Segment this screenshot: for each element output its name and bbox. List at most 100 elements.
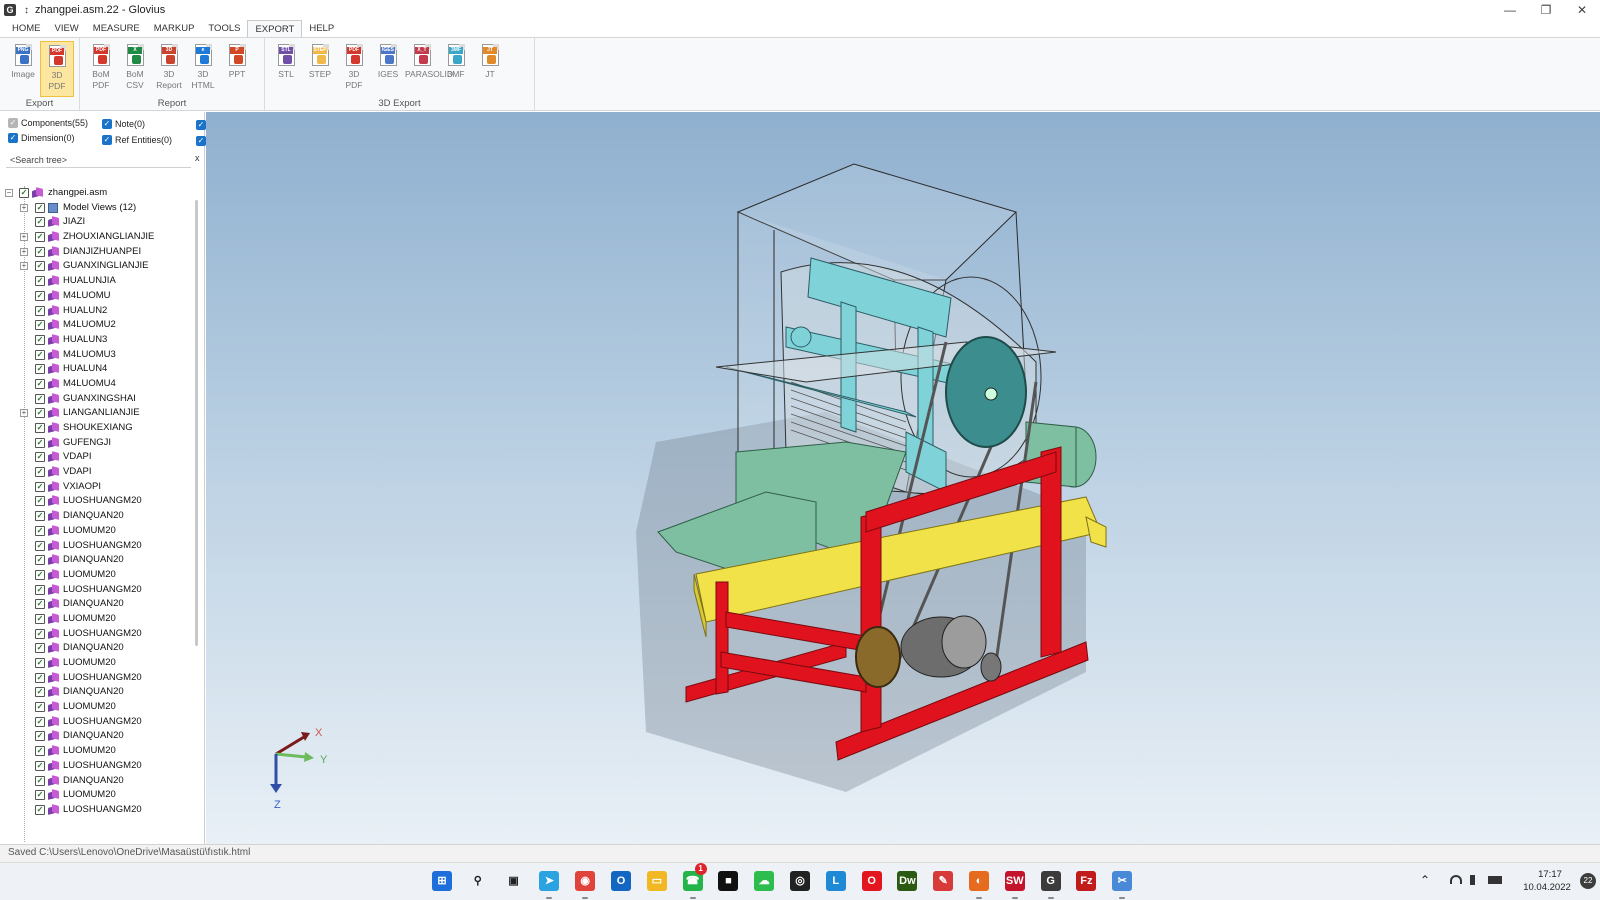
tree-item[interactable]: ✓ VDAPI [0,465,196,480]
ref-extra-checkbox[interactable]: ✓ [196,136,206,146]
visibility-checkbox[interactable]: ✓ [35,320,45,331]
visibility-checkbox[interactable]: ✓ [35,599,45,610]
assembly-model-render[interactable]: X Y Z [206,112,1600,844]
tab-home[interactable]: HOME [5,20,48,37]
tree-item[interactable]: ✓ GUFENGJI [0,436,196,451]
chrome-icon[interactable]: ◉ [575,871,596,891]
quick-access-pin-icon[interactable]: ↕ [24,5,29,16]
visibility-checkbox[interactable]: ✓ [35,232,45,243]
expand-toggle[interactable]: + [20,262,28,271]
tree-item[interactable]: ✓ LUOSHUANGM20 [0,759,196,774]
tray-overflow-icon[interactable]: ⌃ [1420,873,1430,887]
jt-button[interactable]: JT JT [473,41,507,97]
wifi-icon[interactable] [1450,875,1462,884]
tree-item[interactable]: ✓ LUOSHUANGM20 [0,494,196,509]
maximize-button[interactable]: ❐ [1528,0,1564,20]
expand-toggle[interactable]: + [20,247,28,256]
tab-export[interactable]: EXPORT [247,20,303,38]
tree-item[interactable]: ✓ GUANXINGSHAI [0,392,196,407]
tree-item[interactable]: ✓ LUOSHUANGM20 [0,803,196,818]
visibility-checkbox[interactable]: ✓ [35,496,45,507]
clock-date[interactable]: 10.04.2022 [1515,882,1579,893]
visibility-checkbox[interactable]: ✓ [35,217,45,228]
3d-viewport[interactable]: X Y Z [206,112,1600,844]
tree-item[interactable]: ✓ LUOMUM20 [0,656,196,671]
tree-item[interactable]: + ✓ LIANGANLIANJIE [0,406,196,421]
tree-item[interactable]: ✓ LUOMUM20 [0,744,196,759]
visibility-checkbox[interactable]: ✓ [19,188,29,198]
tree-item[interactable]: ✓ LUOMUM20 [0,568,196,583]
paint-app-icon[interactable]: ✎ [933,871,954,891]
step-button[interactable]: STEP STEP [303,41,337,97]
tree-search-input[interactable]: <Search tree> [6,152,191,168]
stl-button[interactable]: STL STL [269,41,303,97]
expand-toggle[interactable]: − [5,189,13,197]
tree-model-views[interactable]: + ✓ Model Views (12) [0,201,196,216]
tree-item[interactable]: ✓ DIANQUAN20 [0,774,196,789]
visibility-checkbox[interactable]: ✓ [35,437,45,448]
bom-csv-button[interactable]: X BoM CSV [118,41,152,97]
expand-toggle[interactable]: + [20,203,28,212]
tree-item[interactable]: ✓ M4LUOMU [0,289,196,304]
visibility-checkbox[interactable]: ✓ [35,246,45,257]
outlook-icon[interactable]: O [611,871,631,891]
visibility-checkbox[interactable]: ✓ [35,511,45,522]
visibility-checkbox[interactable]: ✓ [35,613,45,624]
tree-item[interactable]: ✓ VXIAOPI [0,480,196,495]
tree-item[interactable]: ✓ SHOUKEXIANG [0,421,196,436]
visibility-checkbox[interactable]: ✓ [35,540,45,551]
minimize-button[interactable]: — [1492,0,1528,20]
tree-item[interactable]: ✓ LUOMUM20 [0,700,196,715]
visibility-checkbox[interactable]: ✓ [35,290,45,301]
3d-report-button[interactable]: 3D 3D Report [152,41,186,97]
visibility-checkbox[interactable]: ✓ [35,276,45,287]
visibility-checkbox[interactable]: ✓ [35,569,45,580]
telegram-icon[interactable]: ➤ [539,871,560,891]
tree-item[interactable]: ✓ HUALUN4 [0,362,196,377]
filezilla-icon[interactable]: Fz [1076,871,1097,891]
note-filter[interactable]: ✓ Note(0) [102,119,145,129]
tree-item[interactable]: ✓ LUOMUM20 [0,612,196,627]
3d-html-button[interactable]: e 3D HTML [186,41,220,97]
visibility-checkbox[interactable]: ✓ [35,364,45,375]
tree-item[interactable]: ✓ DIANQUAN20 [0,729,196,744]
task-view-icon[interactable]: ▣ [504,871,524,891]
tree-item[interactable]: ✓ DIANQUAN20 [0,641,196,656]
tree-scrollbar[interactable] [195,200,198,646]
tree-item[interactable]: ✓ LUOSHUANGM20 [0,627,196,642]
tree-item[interactable]: ✓ DIANQUAN20 [0,553,196,568]
visibility-checkbox[interactable]: ✓ [35,790,45,801]
visibility-checkbox[interactable]: ✓ [35,305,45,316]
firefox-icon[interactable]: ◐ [969,871,989,891]
tree-item[interactable]: ✓ M4LUOMU4 [0,377,196,392]
checkbox-icon[interactable]: ✓ [102,119,112,129]
tree-item[interactable]: ✓ M4LUOMU2 [0,318,196,333]
visibility-checkbox[interactable]: ✓ [35,555,45,566]
battery-icon[interactable] [1488,876,1502,884]
visibility-checkbox[interactable]: ✓ [35,687,45,698]
tree-item[interactable]: ✓ HUALUN2 [0,304,196,319]
tree-item[interactable]: ✓ LUOSHUANGM20 [0,539,196,554]
note-extra-checkbox[interactable]: ✓ [196,120,206,130]
tree-item[interactable]: ✓ LUOSHUANGM20 [0,671,196,686]
dreamweaver-icon[interactable]: Dw [897,871,918,891]
wechat-icon[interactable]: ☁ [754,871,775,891]
checkbox-icon[interactable]: ✓ [102,135,112,145]
visibility-checkbox[interactable]: ✓ [35,334,45,345]
visibility-checkbox[interactable]: ✓ [35,408,45,419]
file-explorer-icon[interactable]: ▭ [646,871,667,891]
tree-item[interactable]: ✓ LUOMUM20 [0,524,196,539]
image-export-button[interactable]: PNG Image [6,41,40,97]
3d-pdf-button[interactable]: PDF 3D PDF [40,41,74,97]
visibility-checkbox[interactable]: ✓ [35,658,45,668]
visibility-checkbox[interactable]: ✓ [35,481,45,492]
ppt-button[interactable]: P PPT [220,41,254,97]
components-filter[interactable]: ✓ Components(55) [8,118,88,128]
l-app-icon[interactable]: L [825,871,846,891]
expand-toggle[interactable]: + [20,409,28,418]
tree-item[interactable]: ✓ LUOSHUANGM20 [0,715,196,730]
visibility-checkbox[interactable]: ✓ [35,393,45,404]
dimension-filter[interactable]: ✓ Dimension(0) [8,133,75,143]
clock-time[interactable]: 17:17 [1520,869,1580,880]
close-button[interactable]: ✕ [1564,0,1600,20]
